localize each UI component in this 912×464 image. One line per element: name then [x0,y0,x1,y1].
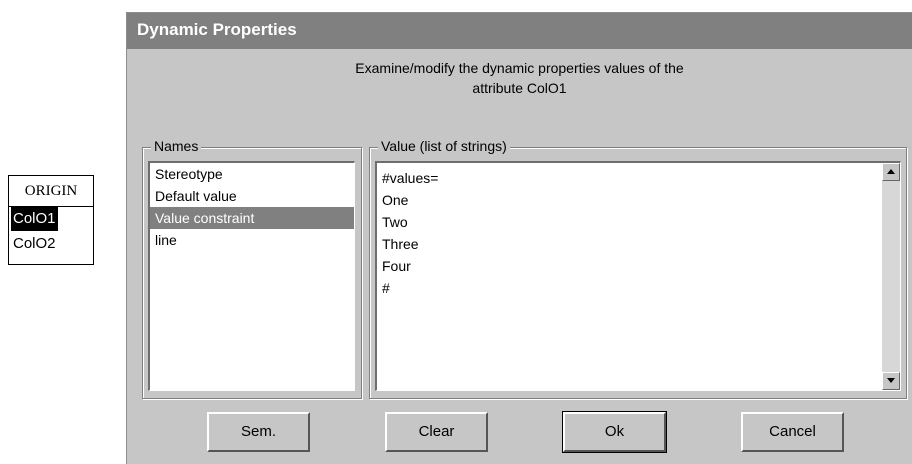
names-list-item[interactable]: Default value [150,185,354,207]
entity-attribute[interactable]: ColO2 [9,231,93,257]
ok-button[interactable]: Ok [562,411,667,453]
names-list-item[interactable]: line [150,229,354,251]
entity-attribute[interactable]: ColO1 [11,207,58,231]
value-scrollbar[interactable] [882,163,900,390]
scroll-down-button[interactable] [882,372,900,390]
description-line-2: attribute ColO1 [472,80,567,96]
value-line[interactable]: Three [377,233,900,255]
value-line[interactable]: #values= [377,167,900,189]
scroll-up-button[interactable] [882,163,900,181]
sem-button[interactable]: Sem. [207,412,310,452]
arrow-down-icon [887,378,895,383]
title-bar[interactable]: Dynamic Properties [127,13,912,49]
value-line[interactable]: # [377,277,900,299]
value-line[interactable]: One [377,189,900,211]
entity-title: ORIGIN [9,176,93,207]
names-listbox[interactable]: Stereotype Default value Value constrain… [148,161,355,391]
entity-box: ORIGIN ColO1 ColO2 [8,175,94,265]
value-line[interactable]: Four [377,255,900,277]
arrow-up-icon [887,169,895,174]
value-line[interactable]: Two [377,211,900,233]
dialog-title: Dynamic Properties [137,20,297,39]
names-list-item[interactable]: Stereotype [150,163,354,185]
value-textarea[interactable]: #values= One Two Three Four # [375,161,901,391]
dynamic-properties-dialog: Dynamic Properties Examine/modify the dy… [126,12,912,464]
dialog-description: Examine/modify the dynamic properties va… [127,58,912,98]
entity-attr-row[interactable]: ColO1 [9,207,93,231]
value-label: Value (list of strings) [378,138,510,154]
clear-button[interactable]: Clear [385,412,488,452]
names-list-item-selected[interactable]: Value constraint [150,207,354,229]
description-line-1: Examine/modify the dynamic properties va… [355,60,684,76]
names-label: Names [151,138,202,154]
cancel-button[interactable]: Cancel [741,412,844,452]
